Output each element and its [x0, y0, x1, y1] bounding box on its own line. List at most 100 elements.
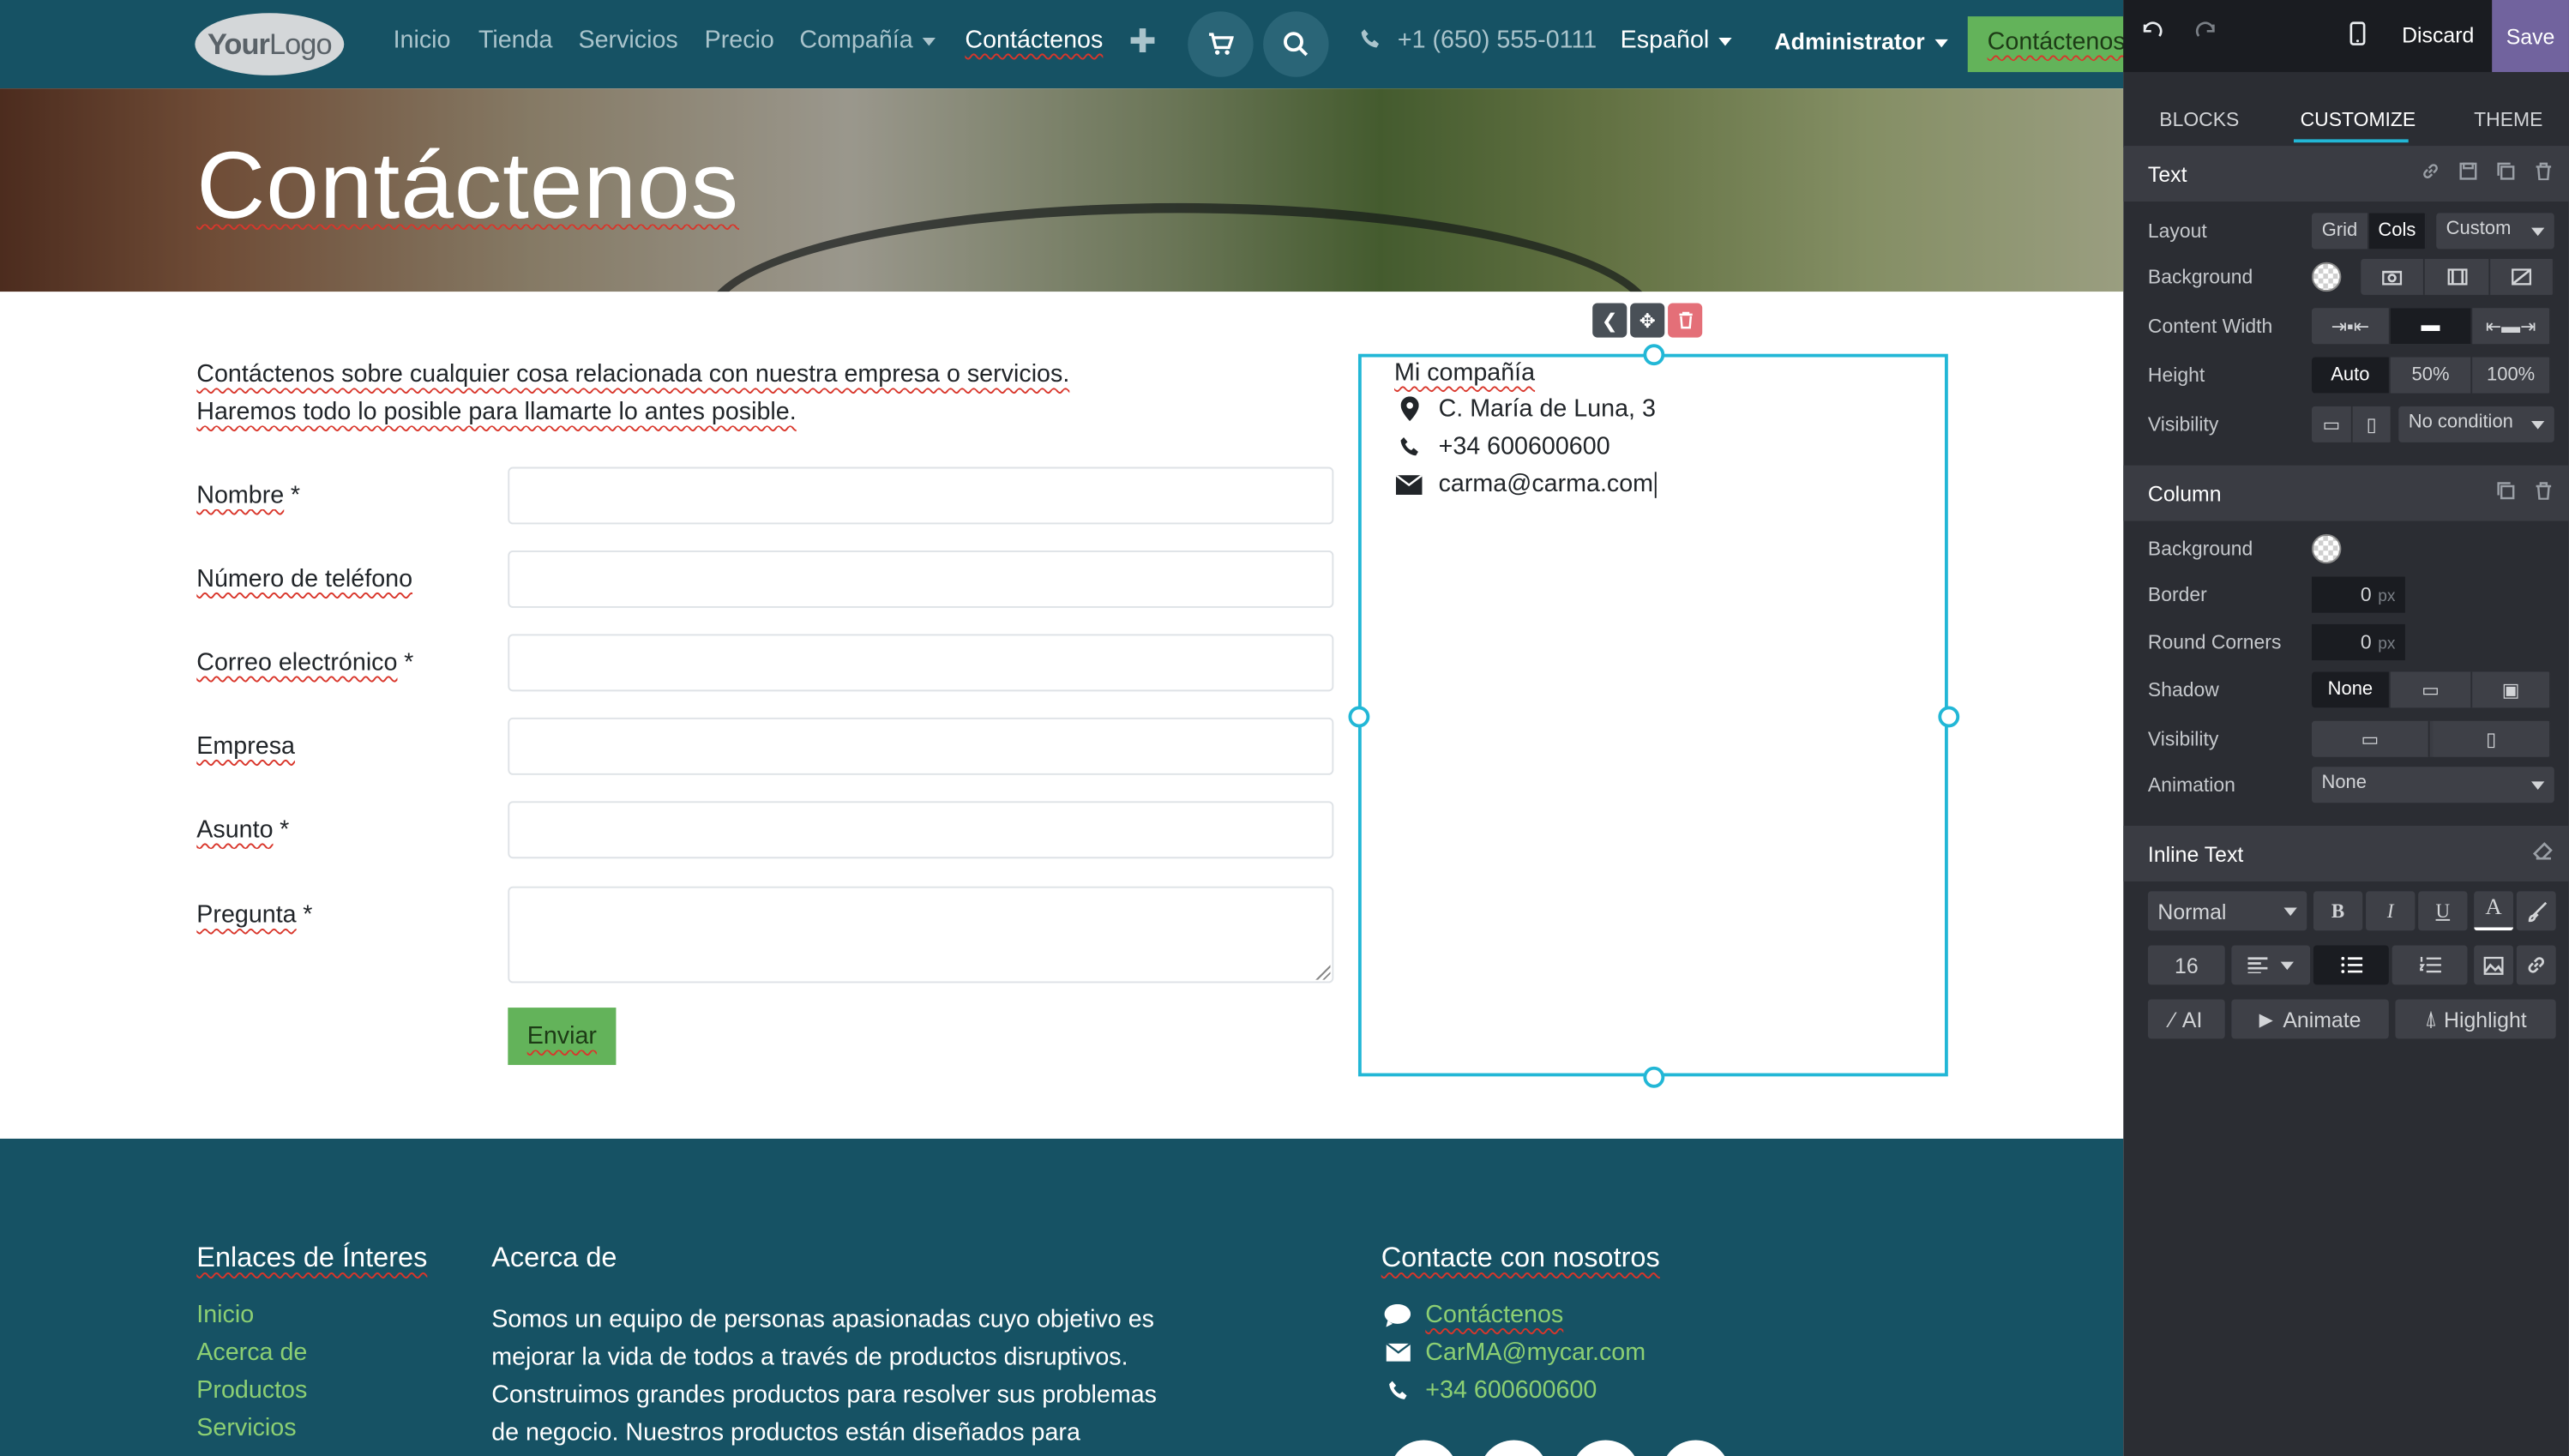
discard-button[interactable]: Discard: [2402, 23, 2474, 48]
move-left-button[interactable]: ❮: [1592, 303, 1627, 338]
column-background-swatch[interactable]: [2311, 533, 2342, 564]
undo-icon[interactable]: [2139, 21, 2163, 45]
width-narrow-icon[interactable]: ⇥▪⇤: [2311, 308, 2391, 345]
cart-button[interactable]: [1188, 11, 1254, 77]
nav-phone[interactable]: +1 (650) 555-0111: [1360, 27, 1597, 54]
language-dropdown[interactable]: Español: [1621, 27, 1733, 54]
shadow-inset-icon[interactable]: ▣: [2472, 671, 2551, 708]
resize-handle-left[interactable]: [1348, 706, 1370, 728]
underline-button[interactable]: U: [2418, 891, 2468, 931]
eraser-icon[interactable]: [2532, 842, 2553, 860]
footer-contact-email[interactable]: CarMA@mycar.com: [1381, 1339, 1645, 1367]
footer-contact-title[interactable]: Contacte con nosotros: [1381, 1242, 1660, 1274]
company-address[interactable]: C. María de Luna, 3: [1394, 394, 1656, 423]
save-block-icon[interactable]: [2459, 162, 2477, 180]
add-menu-item-icon[interactable]: ✚: [1128, 21, 1156, 63]
round-corners-input[interactable]: 0 px: [2311, 623, 2405, 661]
nav-link-contactenos[interactable]: Contáctenos: [965, 27, 1103, 54]
desktop-hidden-icon[interactable]: ▭: [2311, 720, 2430, 757]
unordered-list-button[interactable]: [2313, 945, 2389, 985]
footer-link-acerca[interactable]: Acerca de: [196, 1339, 307, 1366]
question-textarea[interactable]: [508, 886, 1334, 984]
nav-link-servicios[interactable]: Servicios: [578, 27, 677, 54]
bold-button[interactable]: B: [2313, 891, 2363, 931]
footer-links-title[interactable]: Enlaces de Ínteres: [196, 1242, 427, 1274]
highlight-button[interactable]: ⍋ Highlight: [2395, 999, 2556, 1039]
intro-text[interactable]: Contáctenos sobre cualquier cosa relacio…: [196, 356, 1069, 431]
shadow-none-option[interactable]: None: [2311, 671, 2391, 708]
nav-link-precio[interactable]: Precio: [705, 27, 774, 54]
mobile-hidden-icon[interactable]: ▯: [2433, 720, 2551, 757]
search-button[interactable]: [1263, 11, 1329, 77]
height-100-option[interactable]: 100%: [2472, 357, 2551, 394]
name-field[interactable]: [508, 466, 1334, 525]
trash-icon[interactable]: [2535, 162, 2553, 181]
layout-cols-option[interactable]: Cols: [2368, 213, 2427, 250]
layout-grid-option[interactable]: Grid: [2311, 213, 2369, 250]
ai-button[interactable]: ⁄ AI: [2147, 999, 2225, 1039]
animation-dropdown[interactable]: None: [2311, 767, 2554, 803]
nav-link-inicio[interactable]: Inicio: [394, 27, 451, 54]
drag-move-icon[interactable]: ✥: [1630, 303, 1665, 338]
submit-button[interactable]: Enviar: [508, 1008, 617, 1065]
delete-block-button[interactable]: [1668, 303, 1703, 338]
mobile-preview-icon[interactable]: [2349, 21, 2366, 46]
footer-about-text[interactable]: Somos un equipo de personas apasionadas …: [491, 1301, 1196, 1452]
footer-contact-link[interactable]: Contáctenos: [1381, 1301, 1563, 1329]
resize-handle-top[interactable]: [1643, 344, 1665, 366]
save-button[interactable]: Save: [2492, 0, 2569, 73]
footer-about-title[interactable]: Acerca de: [491, 1242, 617, 1274]
redo-icon[interactable]: [2195, 21, 2218, 45]
company-phone[interactable]: +34 600600600: [1394, 432, 1610, 460]
align-dropdown[interactable]: [2231, 945, 2311, 985]
resize-handle-bottom[interactable]: [1643, 1066, 1665, 1088]
mobile-hidden-icon[interactable]: ▯: [2352, 406, 2392, 442]
layout-custom-dropdown[interactable]: Custom: [2436, 213, 2554, 250]
height-auto-option[interactable]: Auto: [2311, 357, 2391, 394]
footer-contact-phone[interactable]: +34 600600600: [1381, 1376, 1597, 1404]
tab-blocks[interactable]: BLOCKS: [2159, 108, 2239, 131]
contact-cta-button[interactable]: Contáctenos: [1967, 16, 2132, 73]
animate-button[interactable]: ▶ Animate: [2231, 999, 2389, 1039]
site-logo[interactable]: Your Logo: [195, 13, 345, 75]
tab-customize[interactable]: CUSTOMIZE: [2301, 108, 2416, 131]
nav-link-tienda[interactable]: Tienda: [478, 27, 553, 54]
text-color-button[interactable]: A: [2474, 891, 2514, 931]
highlight-color-button[interactable]: [2516, 891, 2556, 931]
resize-handle-icon[interactable]: [1314, 963, 1331, 980]
background-color-swatch[interactable]: [2311, 262, 2342, 292]
company-field[interactable]: [508, 717, 1334, 775]
shadow-outset-icon[interactable]: ▭: [2390, 671, 2473, 708]
width-full-icon[interactable]: ⇤▬⇥: [2472, 308, 2551, 345]
subject-field[interactable]: [508, 801, 1334, 859]
border-width-input[interactable]: 0 px: [2311, 576, 2405, 613]
footer-link-servicios[interactable]: Servicios: [196, 1414, 296, 1441]
footer-link-inicio[interactable]: Inicio: [196, 1301, 254, 1328]
link-icon[interactable]: [2516, 945, 2556, 985]
camera-icon[interactable]: [2361, 258, 2425, 295]
image-icon[interactable]: [2474, 945, 2514, 985]
height-50-option[interactable]: 50%: [2390, 357, 2473, 394]
footer-link-productos[interactable]: Productos: [196, 1376, 307, 1404]
company-email[interactable]: carma@carma.com: [1394, 470, 1657, 498]
italic-button[interactable]: I: [2366, 891, 2416, 931]
text-style-dropdown[interactable]: Normal: [2147, 891, 2307, 931]
company-name[interactable]: Mi compañía: [1394, 358, 1535, 386]
width-regular-icon[interactable]: ▬: [2390, 308, 2473, 345]
video-icon[interactable]: [2424, 258, 2491, 295]
trash-icon[interactable]: [2535, 482, 2553, 500]
gradient-icon[interactable]: [2490, 258, 2554, 295]
phone-field[interactable]: [508, 550, 1334, 608]
font-size-input[interactable]: 16: [2147, 945, 2225, 985]
link-icon[interactable]: [2422, 162, 2440, 180]
email-field[interactable]: [508, 634, 1334, 692]
page-title[interactable]: Contáctenos: [196, 131, 739, 241]
visibility-condition-dropdown[interactable]: No condition: [2398, 406, 2554, 442]
duplicate-icon[interactable]: [2497, 162, 2515, 180]
ordered-list-button[interactable]: [2392, 945, 2468, 985]
desktop-hidden-icon[interactable]: ▭: [2311, 406, 2353, 442]
nav-dropdown-compania[interactable]: Compañía: [799, 27, 936, 54]
selected-text-block[interactable]: [1357, 353, 1948, 1077]
user-dropdown[interactable]: Administrator: [1774, 27, 1948, 54]
tab-theme[interactable]: THEME: [2474, 108, 2542, 131]
